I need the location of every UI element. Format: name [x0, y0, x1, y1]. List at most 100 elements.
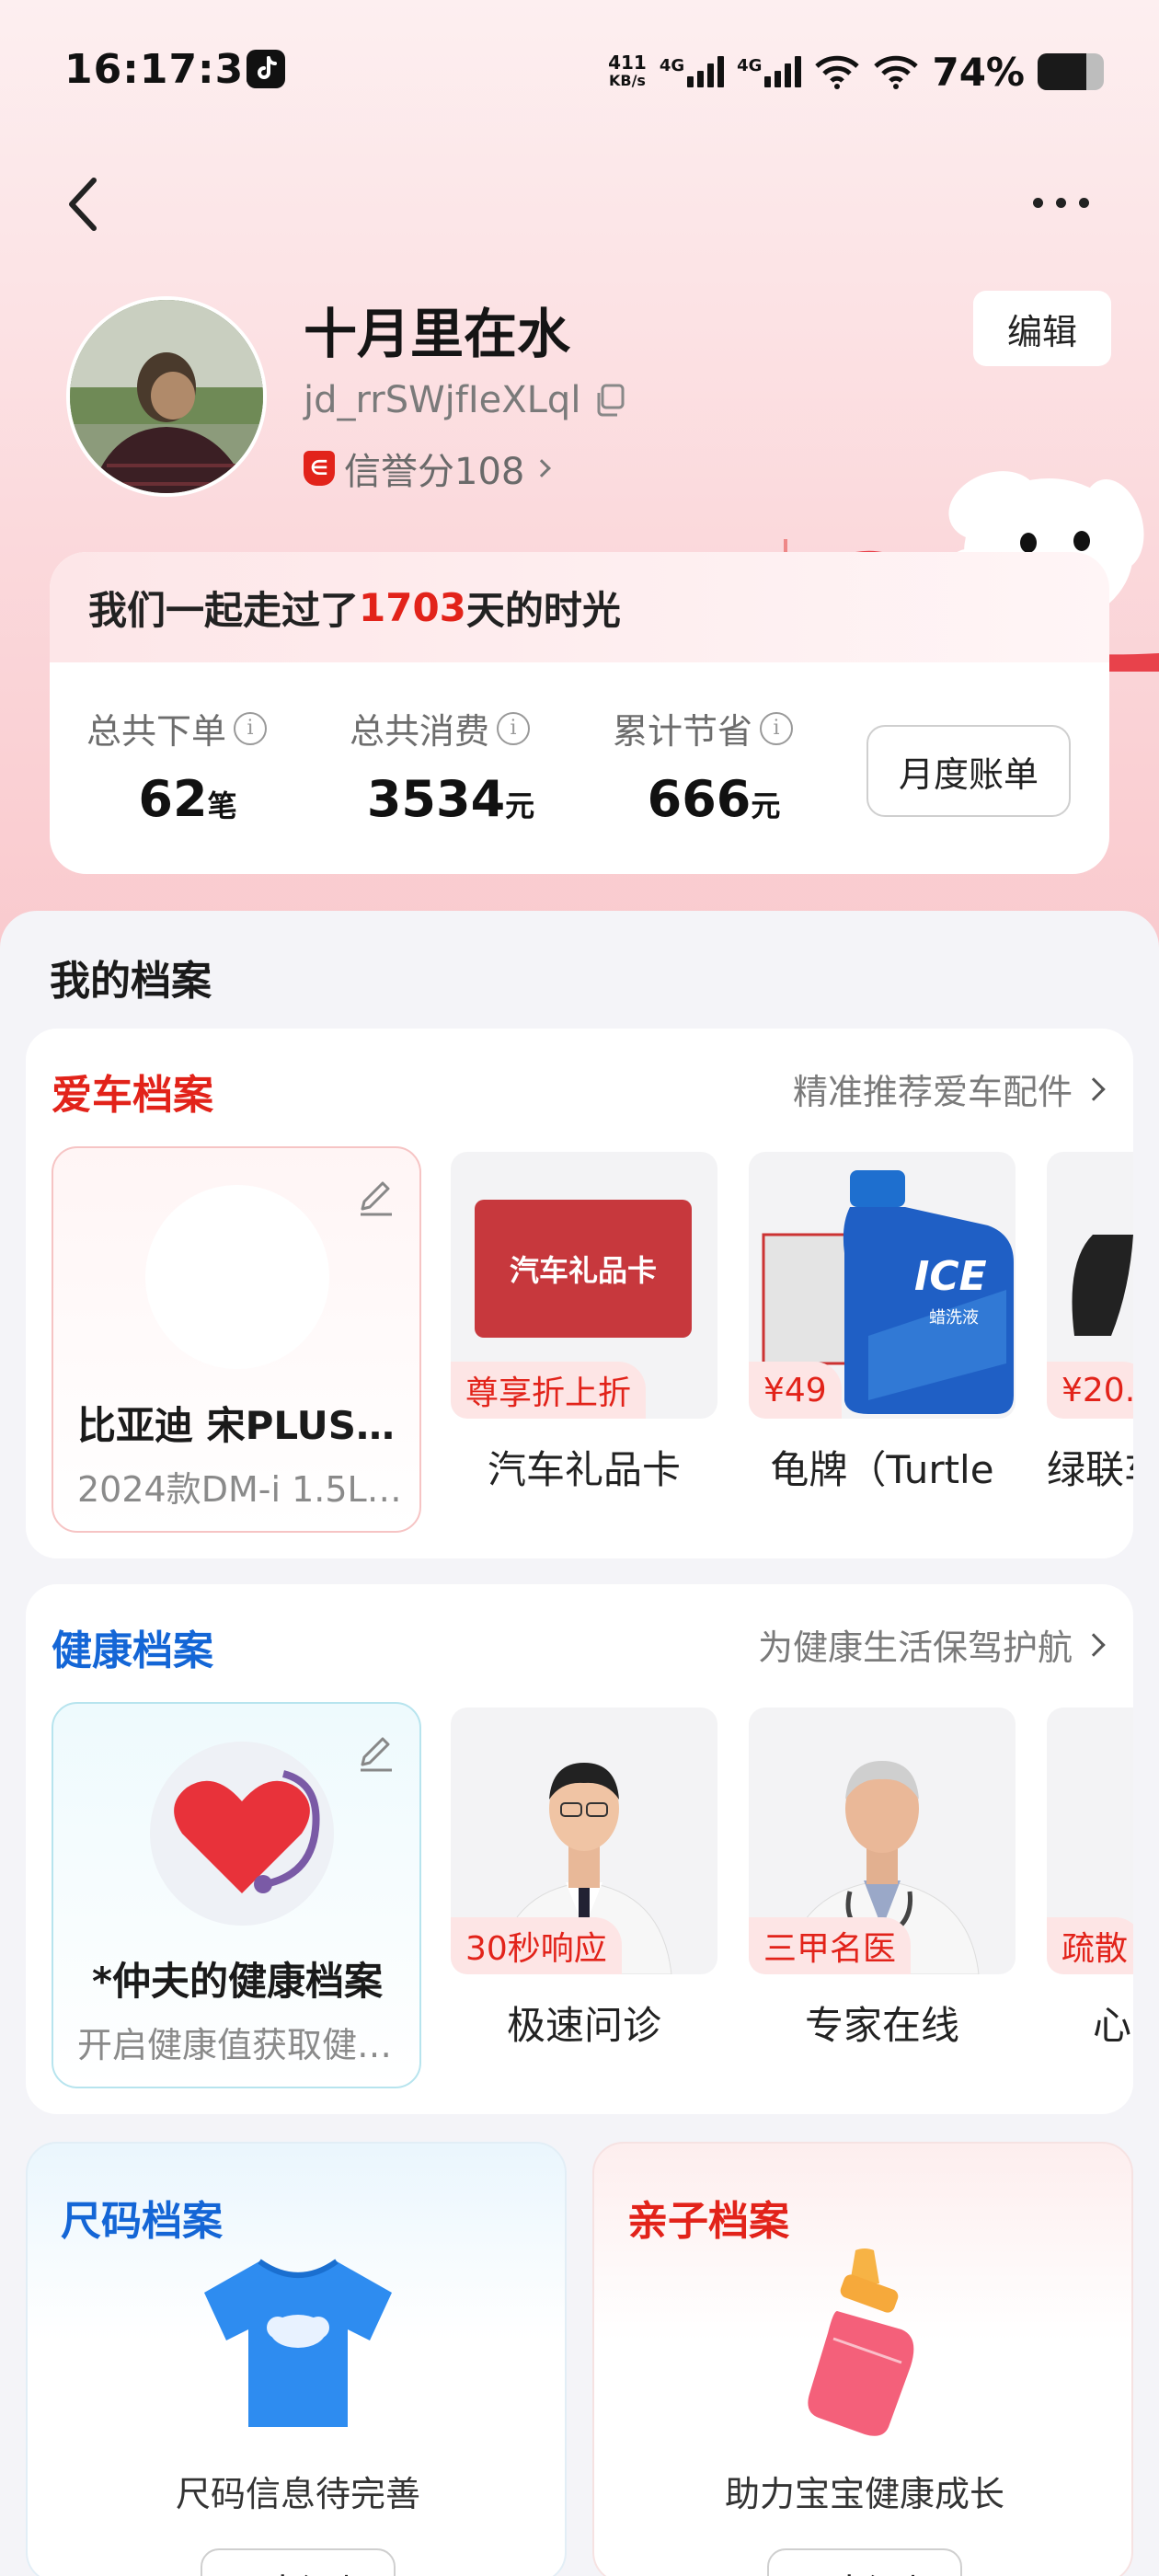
product-image: 三甲名医 [749, 1708, 1016, 1974]
kids-archive-title: 亲子档案 [627, 2198, 789, 2245]
stat-orders-label: 总共下单 [86, 711, 227, 752]
health-archive-subtitle: 为健康生活保驾护航 [757, 1627, 1073, 1668]
size-add-label: 去添加 [264, 2563, 374, 2576]
tiktok-notification-icon [247, 50, 285, 88]
user-id: jd_rrSWjfIeXLql [304, 379, 581, 421]
product-quick-consult[interactable]: 30秒响应 极速问诊 [451, 1708, 717, 2051]
product-tag: 尊享折上折 [451, 1362, 647, 1419]
edit-pencil-icon[interactable] [353, 1730, 397, 1774]
signal-1: 4G [660, 56, 725, 87]
wifi-icon-2 [874, 55, 919, 89]
product-name: 绿联车 [1047, 1447, 1133, 1492]
car-archive-subtitle: 精准推荐爱车配件 [792, 1072, 1073, 1112]
size-add-button[interactable]: + 去添加 [201, 2548, 396, 2576]
stat-orders-unit: 笔 [207, 788, 237, 823]
stat-saved-unit: 元 [751, 788, 781, 823]
product-image: 疏散 [1047, 1708, 1133, 1974]
stats-headline: 我们一起走过了 1703 天的时光 [50, 552, 1109, 662]
car-image-placeholder [145, 1185, 329, 1369]
copy-icon[interactable] [591, 382, 628, 419]
health-archive-title: 健康档案 [52, 1627, 213, 1674]
network-type-2: 4G [737, 56, 763, 75]
product-car-gift-card[interactable]: 汽车礼品卡 尊享折上折 汽车礼品卡 [451, 1152, 717, 1495]
product-price-tag: ¥49 [749, 1362, 842, 1419]
vehicle-name: 比亚迪 宋PLUS新能源 [77, 1403, 408, 1448]
info-icon[interactable]: i [497, 711, 531, 745]
signal-2: 4G [737, 56, 802, 87]
stat-spend-label: 总共消费 [350, 711, 490, 752]
stat-saved-label: 累计节省 [613, 711, 753, 752]
edit-profile-button[interactable]: 编辑 [973, 291, 1111, 366]
credit-score[interactable]: ∈ 信誉分108 [304, 442, 552, 495]
gift-card-text: 汽车礼品卡 [509, 1253, 657, 1288]
stats-headline-days: 1703 [359, 584, 466, 630]
product-turtle-wash[interactable]: ICE 蜡洗液 ¥49 龟牌（Turtle [749, 1152, 1016, 1495]
product-name: 龟牌（Turtle [770, 1447, 994, 1492]
kids-add-button[interactable]: + 去添加 [767, 2548, 962, 2576]
stat-spend-unit: 元 [505, 788, 535, 823]
product-expert-online[interactable]: 三甲名医 专家在线 [749, 1708, 1016, 2051]
product-sub-text: 蜡洗液 [929, 1308, 979, 1328]
signal-bars-icon [764, 56, 802, 87]
car-archive-title: 爱车档案 [52, 1072, 213, 1119]
health-archive-module: 健康档案 为健康生活保驾护航 *仲夫的健康档案 开启健康值获取健康建议 30秒 [26, 1584, 1133, 2114]
kids-archive-card[interactable]: 亲子档案 助力宝宝健康成长 + 去添加 [592, 2142, 1133, 2576]
stat-spend-value: 3534 [366, 770, 506, 828]
network-speed-value: 411 [608, 52, 647, 74]
chevron-right-icon [1082, 1632, 1106, 1657]
product-ugreen[interactable]: ¥20. 绿联车 [1047, 1152, 1133, 1495]
plus-icon: + [788, 2565, 824, 2576]
chevron-right-icon [533, 459, 552, 477]
kids-add-label: 去添加 [831, 2563, 941, 2576]
status-time: 16:17:33 [64, 46, 273, 93]
product-tag: 疏散 [1047, 1917, 1133, 1974]
network-speed: 411 KB/s [608, 53, 647, 90]
battery-percent: 74% [932, 49, 1025, 95]
battery-icon [1038, 53, 1104, 90]
gift-card-graphic: 汽车礼品卡 [475, 1200, 692, 1338]
wifi-icon [815, 55, 860, 89]
kids-archive-desc: 助力宝宝健康成长 [724, 2474, 1004, 2514]
size-archive-desc: 尺码信息待完善 [175, 2474, 420, 2514]
info-icon[interactable]: i [234, 711, 268, 745]
product-tag: 三甲名医 [749, 1917, 912, 1974]
product-brand-text: ICE [914, 1253, 987, 1300]
credit-shield-icon: ∈ [304, 451, 335, 486]
size-archive-title: 尺码档案 [61, 2198, 223, 2245]
stat-spend[interactable]: 总共消费 i 3534元 [350, 703, 589, 828]
stats-headline-prefix: 我们一起走过了 [88, 587, 360, 633]
size-archive-card[interactable]: 尺码档案 尺码信息待完善 + 去添加 [26, 2142, 567, 2576]
car-profile-tile[interactable]: 比亚迪 宋PLUS新能源 2024款DM-i 1.5L 110km [52, 1146, 421, 1533]
health-profile-tile[interactable]: *仲夫的健康档案 开启健康值获取健康建议 [52, 1702, 421, 2088]
info-icon[interactable]: i [760, 711, 794, 745]
archive-section-title: 我的档案 [50, 958, 212, 1005]
stat-saved-value: 666 [647, 770, 752, 828]
user-id-row: jd_rrSWjfIeXLql [304, 379, 628, 421]
monthly-bill-button[interactable]: 月度账单 [866, 725, 1071, 817]
avatar[interactable] [66, 296, 267, 497]
battery-fill [1038, 53, 1087, 90]
more-options-icon[interactable] [1019, 184, 1102, 221]
tshirt-icon [204, 2259, 392, 2427]
product-partial-health[interactable]: 疏散 心 [1047, 1708, 1133, 2051]
product-name: 专家在线 [804, 2003, 959, 2048]
car-archive-module: 爱车档案 精准推荐爱车配件 比亚迪 宋PLUS新能源 2024款DM-i 1.5… [26, 1029, 1133, 1558]
back-arrow-icon[interactable] [57, 167, 112, 241]
product-name: 汽车礼品卡 [487, 1447, 681, 1492]
health-profile-name: *仲夫的健康档案 [92, 1959, 383, 2004]
product-image: ¥20. [1047, 1152, 1133, 1419]
health-profile-desc: 开启健康值获取健康建议 [77, 2025, 408, 2065]
product-price-tag: ¥20. [1047, 1362, 1133, 1419]
car-archive-link[interactable]: 精准推荐爱车配件 [792, 1064, 1106, 1114]
baby-bottle-icon [808, 2248, 914, 2436]
stat-saved[interactable]: 累计节省 i 666元 [613, 703, 852, 828]
health-archive-link[interactable]: 为健康生活保驾护航 [757, 1619, 1106, 1670]
edit-pencil-icon[interactable] [353, 1174, 397, 1218]
heart-stethoscope-icon [150, 1742, 334, 1926]
network-speed-unit: KB/s [608, 72, 646, 89]
product-tag: 30秒响应 [451, 1917, 622, 1974]
vehicle-desc: 2024款DM-i 1.5L 110km [77, 1469, 408, 1510]
stat-orders[interactable]: 总共下单 i 62笔 [86, 703, 326, 828]
user-nickname: 十月里在水 [304, 303, 571, 365]
signal-bars-icon [687, 56, 725, 87]
